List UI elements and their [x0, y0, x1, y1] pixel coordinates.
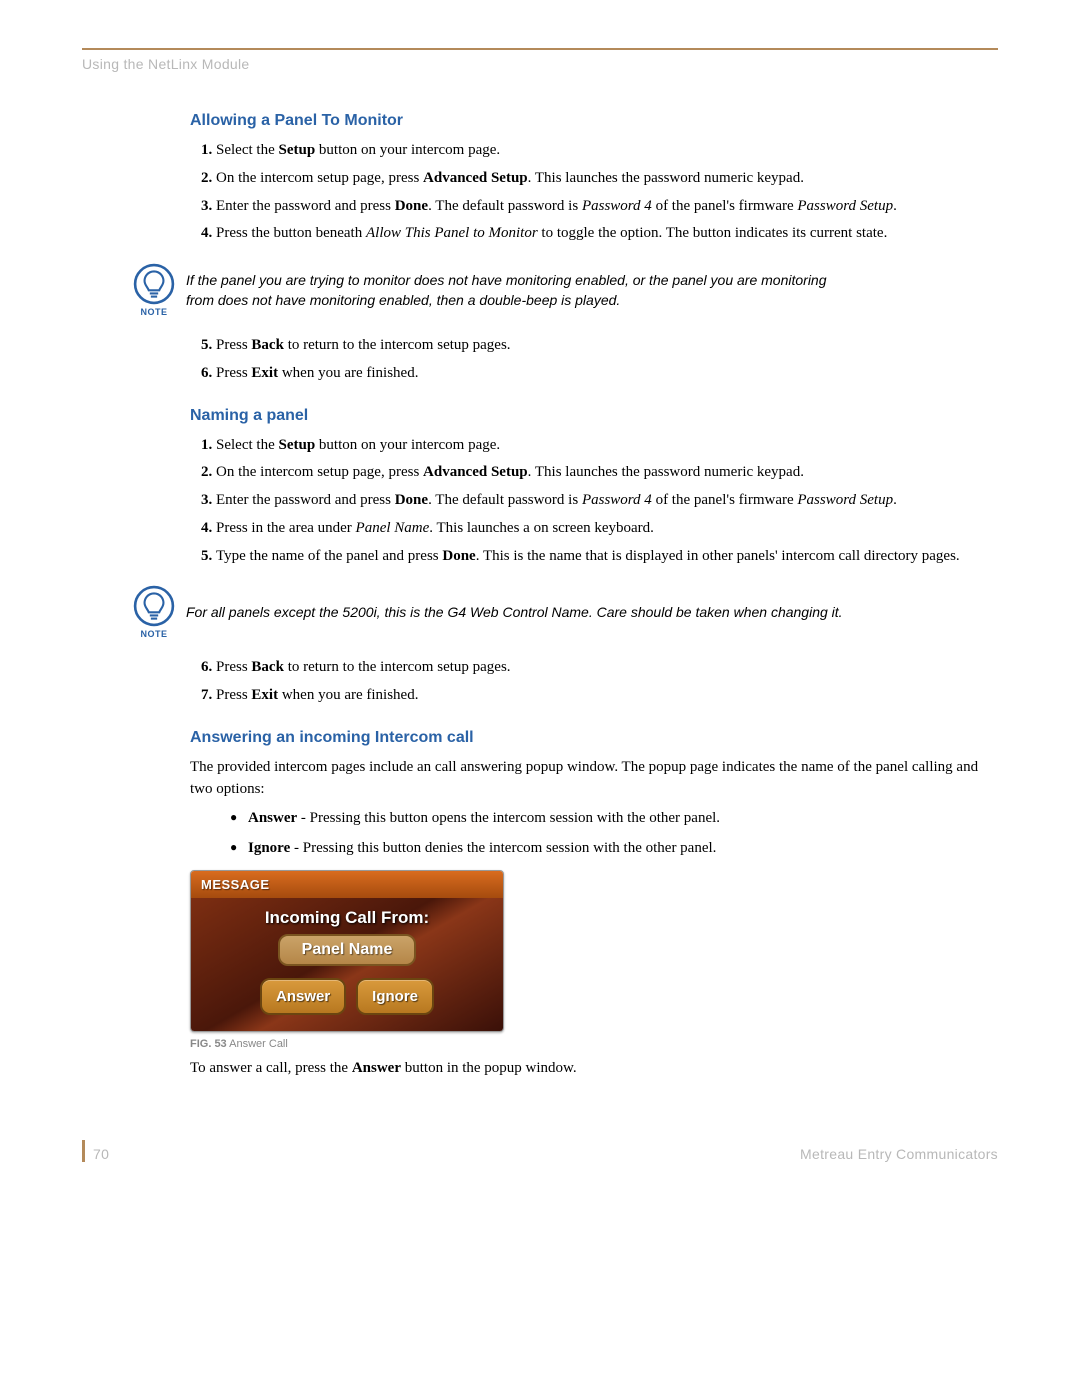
- step-1-2: On the intercom setup page, press Advanc…: [216, 168, 998, 190]
- step-1-5: Press Back to return to the intercom set…: [216, 335, 998, 357]
- note-text-2: For all panels except the 5200i, this is…: [186, 602, 998, 622]
- step-1-3: Enter the password and press Done. The d…: [216, 196, 998, 218]
- lightbulb-icon: [133, 585, 175, 627]
- lightbulb-icon: [133, 263, 175, 305]
- note-block-2: NOTE For all panels except the 5200i, th…: [122, 585, 998, 639]
- note-text-1: If the panel you are trying to monitor d…: [186, 270, 998, 311]
- popup-message-box: MESSAGE Incoming Call From: Panel Name A…: [190, 870, 504, 1032]
- note-label: NOTE: [122, 307, 186, 317]
- outro-para: To answer a call, press the Answer butto…: [190, 1058, 998, 1080]
- step-2-2: On the intercom setup page, press Advanc…: [216, 462, 998, 484]
- step-2-4: Press in the area under Panel Name. This…: [216, 518, 998, 540]
- page-header: Using the NetLinx Module: [82, 56, 998, 72]
- popup-panel-name: Panel Name: [278, 934, 417, 966]
- step-2-6: Press Back to return to the intercom set…: [216, 657, 998, 679]
- step-1-6: Press Exit when you are finished.: [216, 363, 998, 385]
- step-1-4: Press the button beneath Allow This Pane…: [216, 223, 998, 245]
- step-2-3: Enter the password and press Done. The d…: [216, 490, 998, 512]
- figure-caption: FIG. 53 Answer Call: [190, 1038, 998, 1050]
- heading-allowing-monitor: Allowing a Panel To Monitor: [190, 112, 998, 130]
- popup-header: MESSAGE: [191, 871, 503, 898]
- heading-answering-call: Answering an incoming Intercom call: [190, 729, 998, 747]
- step-2-1: Select the Setup button on your intercom…: [216, 435, 998, 457]
- step-2-7: Press Exit when you are finished.: [216, 685, 998, 707]
- page-number: 70: [82, 1140, 109, 1162]
- step-2-5: Type the name of the panel and press Don…: [216, 546, 998, 568]
- popup-title: Incoming Call From:: [203, 908, 491, 928]
- heading-naming-panel: Naming a panel: [190, 407, 998, 425]
- ignore-button[interactable]: Ignore: [356, 978, 434, 1015]
- step-1-1: Select the Setup button on your intercom…: [216, 140, 998, 162]
- note-label: NOTE: [122, 629, 186, 639]
- intro-para: The provided intercom pages include an c…: [190, 757, 998, 801]
- doc-title: Metreau Entry Communicators: [800, 1146, 998, 1162]
- bullet-answer: Answer - Pressing this button opens the …: [230, 808, 998, 830]
- bullet-ignore: Ignore - Pressing this button denies the…: [230, 838, 998, 860]
- answer-button[interactable]: Answer: [260, 978, 346, 1015]
- note-block-1: NOTE If the panel you are trying to moni…: [122, 263, 998, 317]
